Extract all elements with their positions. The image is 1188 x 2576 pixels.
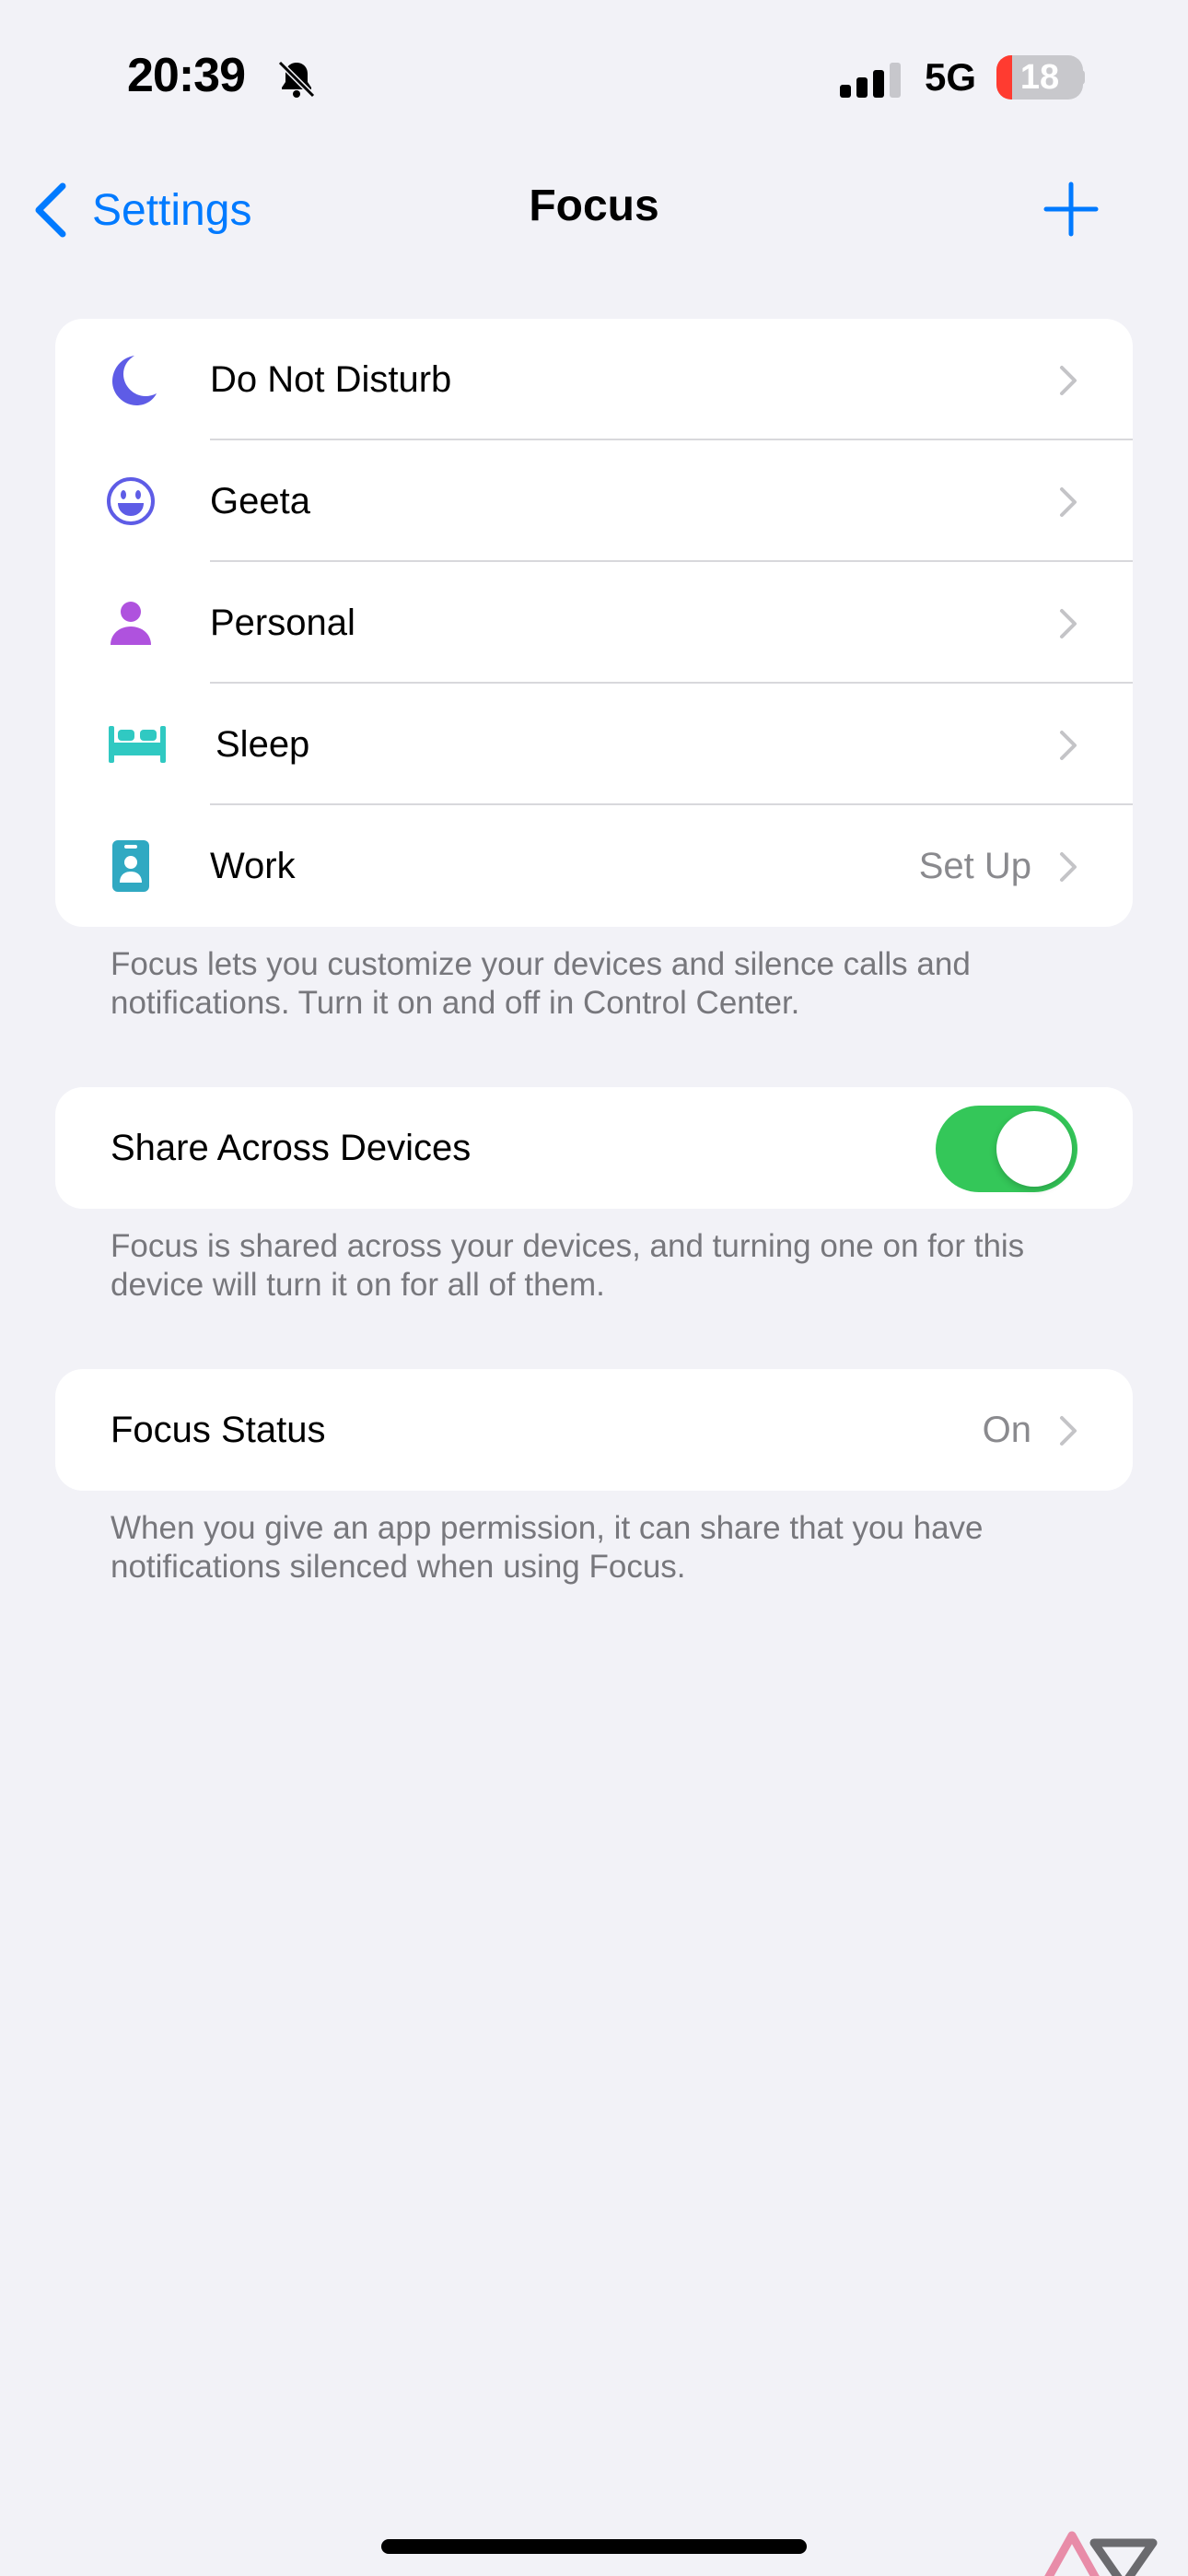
focus-mode-value: Set Up — [918, 845, 1031, 886]
toggle-knob — [996, 1111, 1072, 1187]
share-across-devices-group: Share Across Devices — [55, 1087, 1133, 1209]
bell-slash-icon — [277, 60, 316, 99]
signal-icon — [840, 63, 901, 98]
focus-status-row[interactable]: Focus Status On — [55, 1369, 1133, 1491]
focus-modes-footnote: Focus lets you customize your devices an… — [111, 946, 971, 1021]
focus-status-footnote: When you give an app permission, it can … — [111, 1510, 984, 1585]
status-bar: 20:39 5G 18 — [0, 0, 1188, 162]
network-type: 5G — [925, 55, 977, 99]
status-time: 20:39 — [127, 49, 246, 102]
focus-mode-sleep[interactable]: Sleep — [55, 684, 1133, 805]
moon-icon — [103, 352, 158, 407]
focus-mode-geeta[interactable]: Geeta — [55, 440, 1133, 562]
chevron-right-icon — [1060, 1416, 1077, 1446]
focus-mode-label: Sleep — [215, 723, 310, 765]
focus-status-label: Focus Status — [111, 1409, 326, 1450]
focus-mode-label: Work — [210, 845, 296, 886]
focus-mode-work[interactable]: Work Set Up — [55, 805, 1133, 927]
chevron-right-icon — [1060, 731, 1077, 760]
id-badge-icon — [103, 838, 158, 894]
focus-mode-personal[interactable]: Personal — [55, 562, 1133, 684]
chevron-right-icon — [1060, 852, 1077, 882]
share-across-devices-toggle[interactable] — [936, 1106, 1077, 1192]
bed-icon — [107, 717, 168, 772]
focus-status-group: Focus Status On — [55, 1369, 1133, 1491]
battery-level: 18 — [1019, 57, 1060, 97]
share-across-devices-row: Share Across Devices — [55, 1087, 1133, 1209]
chevron-right-icon — [1060, 609, 1077, 638]
focus-mode-label: Personal — [210, 602, 355, 643]
focus-modes-list: Do Not Disturb Geeta Personal Sleep Work… — [55, 319, 1133, 927]
home-indicator[interactable] — [381, 2539, 807, 2554]
focus-settings-screen: 20:39 5G 18 Settings Focus Do Not Distur… — [0, 0, 1188, 2576]
focus-mode-do-not-disturb[interactable]: Do Not Disturb — [55, 319, 1133, 440]
smiley-icon — [103, 474, 158, 529]
chevron-right-icon — [1060, 487, 1077, 517]
focus-mode-label: Do Not Disturb — [210, 358, 452, 400]
focus-mode-label: Geeta — [210, 480, 310, 521]
watermark-logo — [1044, 2531, 1158, 2576]
add-focus-button[interactable] — [1042, 181, 1100, 238]
chevron-right-icon — [1060, 366, 1077, 395]
share-across-devices-footnote: Focus is shared across your devices, and… — [111, 1228, 1025, 1303]
battery-nub — [1079, 70, 1085, 85]
focus-status-value: On — [982, 1409, 1031, 1450]
page-title: Focus — [529, 181, 659, 230]
battery-indicator: 18 — [996, 55, 1083, 100]
person-icon — [103, 595, 158, 650]
share-across-devices-label: Share Across Devices — [111, 1127, 472, 1168]
